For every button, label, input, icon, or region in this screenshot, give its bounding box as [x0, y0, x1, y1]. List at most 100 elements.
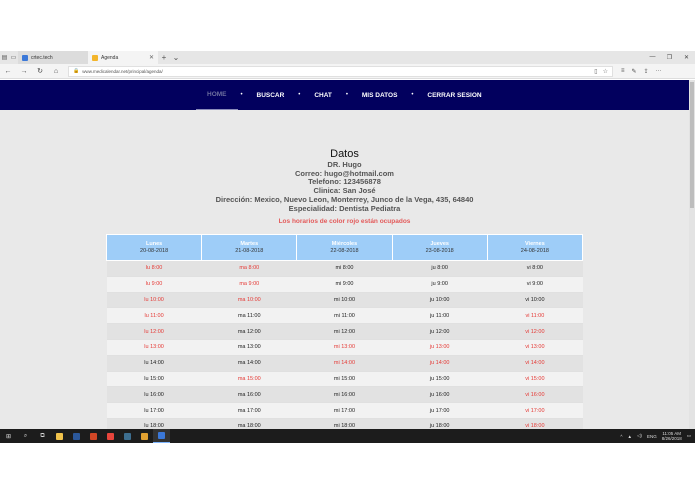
time-slot-busy[interactable]: lu 11:00	[106, 307, 202, 325]
nav-link-buscar[interactable]: BUSCAR	[246, 80, 296, 110]
time-slot-available[interactable]: vi 10:00	[487, 292, 583, 309]
nav-link-chat[interactable]: CHAT	[303, 80, 343, 110]
time-slot-available[interactable]: lu 17:00	[106, 402, 202, 419]
browser-tab-active[interactable]: Agenda ✕	[88, 51, 158, 64]
restore-icon[interactable]: ❐	[661, 54, 678, 61]
time-slot-busy[interactable]: lu 10:00	[106, 292, 202, 309]
time-slot-available[interactable]: ma 12:00	[201, 323, 297, 340]
nav-link-home[interactable]: HOME	[196, 80, 238, 110]
time-slot-available[interactable]: mi 10:00	[296, 292, 393, 309]
favorite-star-icon[interactable]: ☆	[603, 68, 608, 75]
time-slot-available[interactable]: ju 12:00	[392, 323, 488, 340]
time-slot-available[interactable]: ju 17:00	[392, 402, 488, 419]
photoshop-icon[interactable]	[119, 429, 136, 443]
time-slot-busy[interactable]: vi 17:00	[487, 402, 583, 419]
chrome-icon[interactable]	[102, 429, 119, 443]
time-slot-available[interactable]: mi 15:00	[296, 371, 393, 388]
time-slot-busy[interactable]: vi 11:00	[487, 307, 583, 325]
time-slot-busy[interactable]: ma 15:00	[201, 371, 297, 388]
time-slot-busy[interactable]: lu 9:00	[106, 276, 202, 293]
time-slot-busy[interactable]: ma 9:00	[201, 276, 297, 293]
clock[interactable]: 11:05 AM 8/26/2018	[662, 431, 682, 441]
time-slot-busy[interactable]: vi 14:00	[487, 355, 583, 372]
time-slot-available[interactable]: mi 17:00	[296, 402, 393, 419]
time-slot-busy[interactable]: vi 18:00	[487, 418, 583, 429]
time-slot-busy[interactable]: mi 14:00	[296, 355, 393, 372]
time-slot-available[interactable]: mi 11:00	[296, 307, 393, 325]
tab-list-chevron-down-icon[interactable]: ⌄	[170, 53, 182, 62]
time-slot-available[interactable]: ju 9:00	[392, 276, 488, 293]
time-slot-available[interactable]: ju 15:00	[392, 371, 488, 388]
powerpoint-icon[interactable]	[85, 429, 102, 443]
time-slot-busy[interactable]: ju 13:00	[392, 339, 488, 356]
tab-preview-icon[interactable]: ▭	[9, 53, 18, 62]
time-slot-available[interactable]: ju 10:00	[392, 292, 488, 309]
new-tab-icon[interactable]: +	[158, 53, 170, 62]
time-slot-busy[interactable]: ma 10:00	[201, 292, 297, 309]
time-slot-available[interactable]: mi 16:00	[296, 386, 393, 404]
nav-link-mis-datos[interactable]: MIS DATOS	[351, 80, 409, 110]
time-slot-available[interactable]: ju 8:00	[392, 260, 488, 277]
favorites-hub-icon[interactable]: ≡	[621, 68, 625, 75]
minimize-icon[interactable]: —	[644, 54, 661, 61]
time-slot-busy[interactable]: ju 14:00	[392, 355, 488, 372]
forward-icon[interactable]: →	[16, 68, 32, 75]
time-slot-busy[interactable]: vi 16:00	[487, 386, 583, 404]
app-icon[interactable]	[136, 429, 153, 443]
edge-icon[interactable]	[153, 429, 170, 443]
time-slot-available[interactable]: mi 12:00	[296, 323, 393, 340]
home-icon[interactable]: ⌂	[48, 68, 64, 75]
time-slot-available[interactable]: lu 16:00	[106, 386, 202, 404]
share-icon[interactable]: ⇪	[644, 68, 649, 75]
refresh-icon[interactable]: ↻	[32, 67, 48, 75]
time-slot-available[interactable]: ju 18:00	[392, 418, 488, 429]
time-slot-busy[interactable]: lu 13:00	[106, 339, 202, 356]
time-slot-available[interactable]: ju 11:00	[392, 307, 488, 325]
tray-chevron-up-icon[interactable]: ^	[620, 434, 622, 439]
browser-tab[interactable]: crtec.tech	[18, 51, 88, 64]
task-view-icon[interactable]: ⧉	[34, 429, 51, 443]
time-slot-available[interactable]: ma 16:00	[201, 386, 297, 404]
word-icon[interactable]	[68, 429, 85, 443]
time-slot-available[interactable]: ma 13:00	[201, 339, 297, 356]
time-slot-available[interactable]: ma 18:00	[201, 418, 297, 429]
time-slot-available[interactable]: vi 8:00	[487, 260, 583, 277]
time-slot-available[interactable]: ma 14:00	[201, 355, 297, 372]
nav-link-cerrar-sesion[interactable]: CERRAR SESION	[416, 80, 492, 110]
time-slot-available[interactable]: lu 15:00	[106, 371, 202, 388]
time-slot-available[interactable]: mi 8:00	[296, 260, 393, 277]
tab-close-icon[interactable]: ✕	[149, 54, 154, 61]
time-slot-available[interactable]: vi 9:00	[487, 276, 583, 293]
notes-pen-icon[interactable]: ✎	[632, 68, 637, 75]
back-icon[interactable]: ←	[0, 68, 16, 75]
network-icon[interactable]: ▲	[628, 434, 632, 439]
time-slot-available[interactable]: ju 16:00	[392, 386, 488, 404]
time-slot-busy[interactable]: mi 13:00	[296, 339, 393, 356]
scrollbar-thumb[interactable]	[690, 82, 694, 208]
time-slot-available[interactable]: mi 9:00	[296, 276, 393, 293]
notifications-icon[interactable]: ▭	[687, 433, 691, 439]
reading-view-icon[interactable]: ▯	[594, 68, 597, 75]
time-slot-busy[interactable]: vi 12:00	[487, 323, 583, 340]
time-slot-busy[interactable]: ma 8:00	[201, 260, 297, 277]
time-slot-busy[interactable]: lu 12:00	[106, 323, 202, 340]
more-menu-icon[interactable]: ···	[656, 68, 662, 75]
volume-icon[interactable]: ◁)	[637, 433, 642, 439]
page-scrollbar[interactable]	[689, 80, 695, 429]
tab-actions-icon[interactable]: ▤	[0, 53, 9, 62]
time-slot-busy[interactable]: vi 15:00	[487, 371, 583, 388]
search-icon[interactable]: ⌕	[17, 429, 34, 443]
url-input[interactable]: 🔒 www.medicalendar.net/principal/agenda/…	[68, 65, 613, 77]
time-slot-available[interactable]: ma 17:00	[201, 402, 297, 419]
time-slot-available[interactable]: mi 18:00	[296, 418, 393, 429]
time-slot-available[interactable]: lu 14:00	[106, 355, 202, 372]
app-glyph	[141, 432, 148, 440]
windows-start-icon[interactable]: ⊞	[0, 429, 17, 443]
time-slot-busy[interactable]: vi 13:00	[487, 339, 583, 356]
time-slot-busy[interactable]: lu 8:00	[106, 260, 202, 277]
close-window-icon[interactable]: ✕	[678, 54, 695, 61]
time-slot-available[interactable]: ma 11:00	[201, 307, 297, 325]
file-explorer-icon[interactable]	[51, 429, 68, 443]
time-slot-available[interactable]: lu 18:00	[106, 418, 202, 429]
language-indicator[interactable]: ENG	[647, 434, 657, 439]
